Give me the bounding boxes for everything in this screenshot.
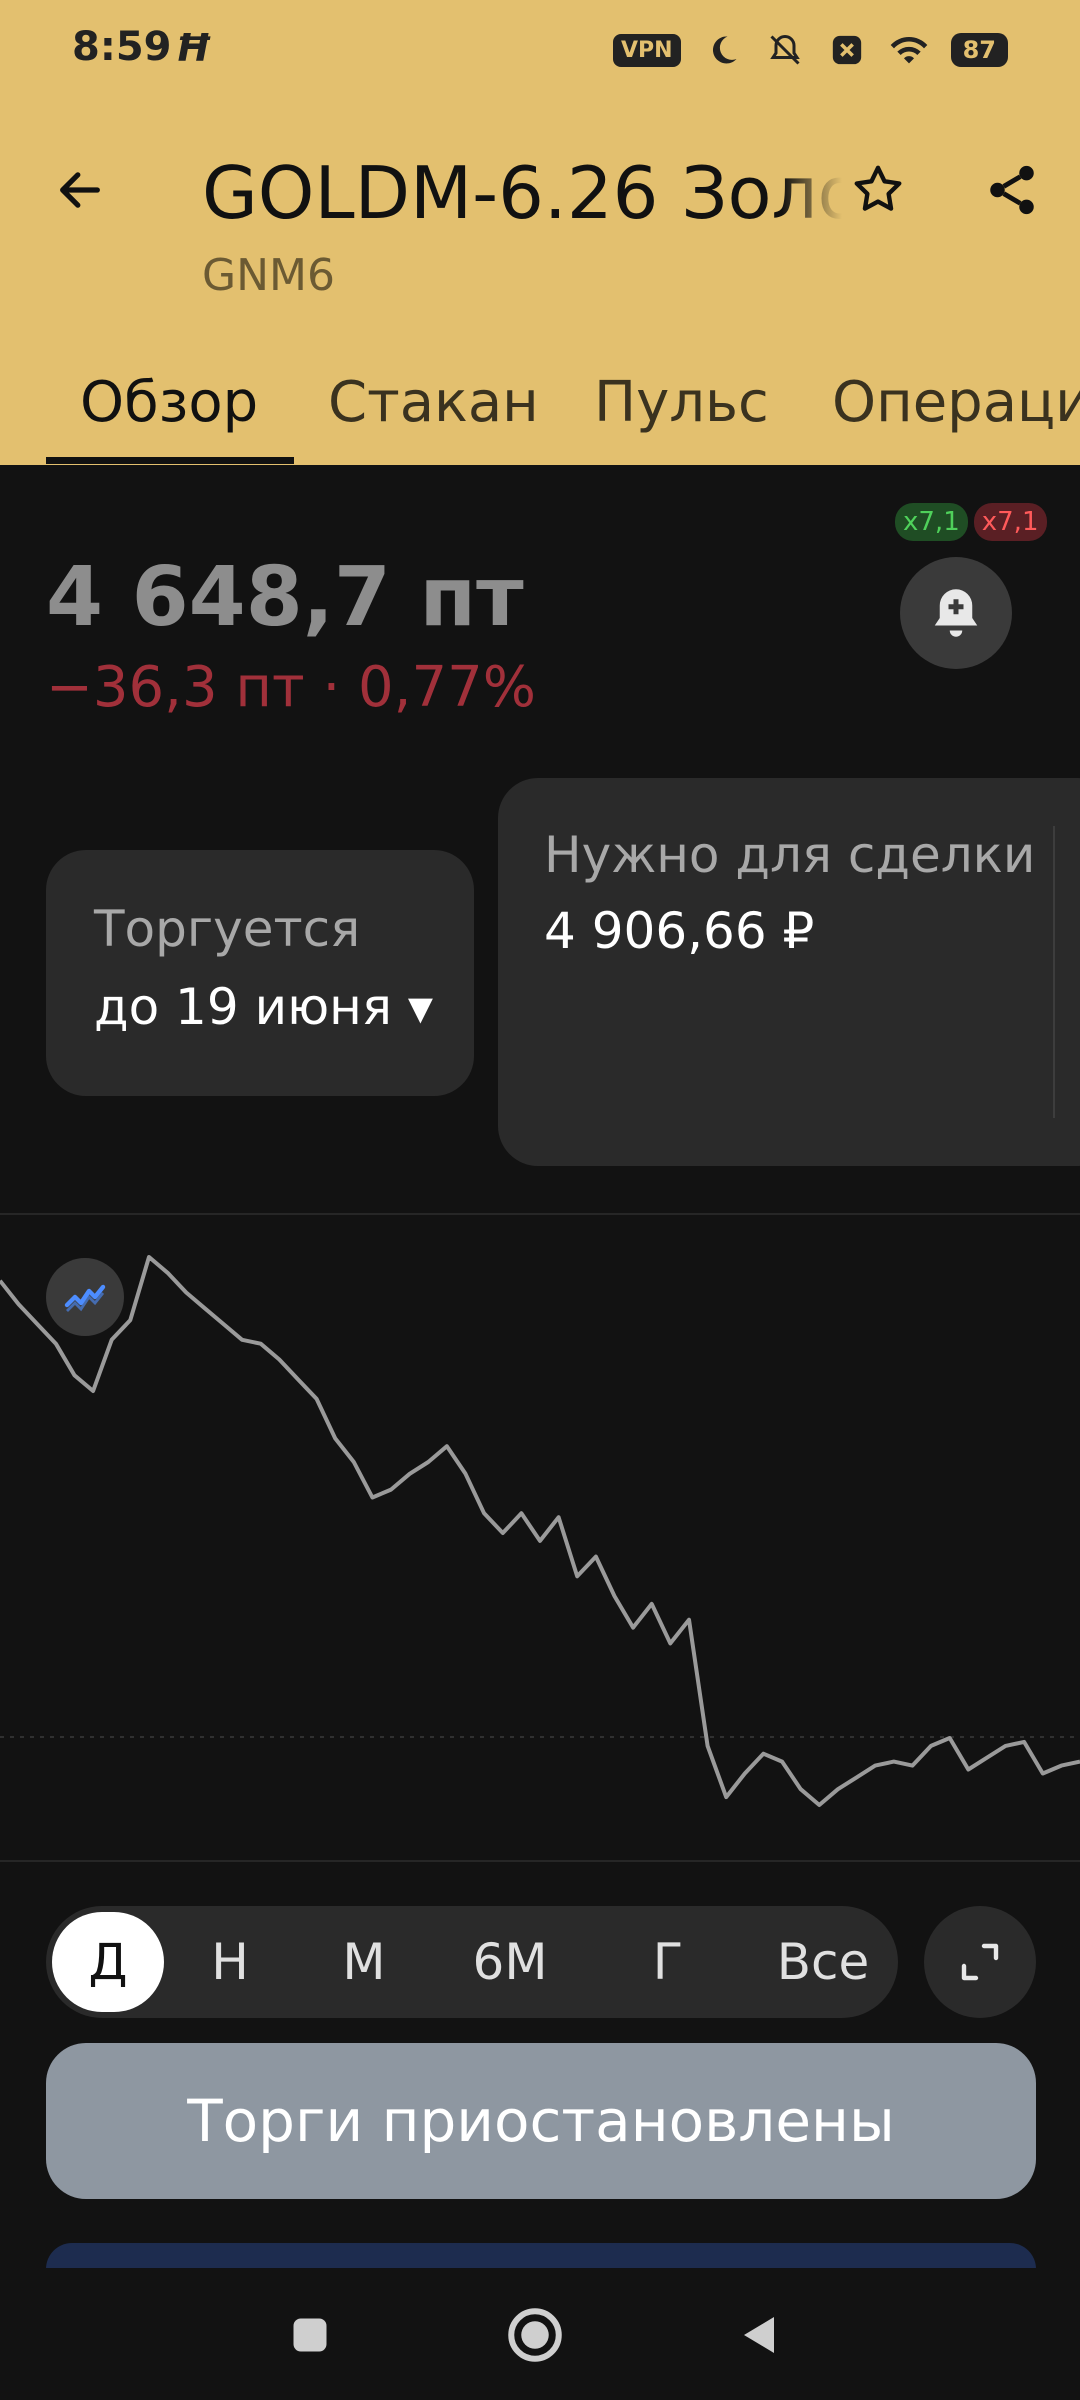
period-month[interactable]: М <box>304 1906 424 2018</box>
line-chart-icon <box>64 1284 106 1312</box>
close-box-icon <box>827 30 867 70</box>
share-icon <box>990 165 1034 215</box>
home-circle-icon <box>508 2308 562 2362</box>
recents-button[interactable] <box>265 2290 355 2380</box>
period-all[interactable]: Все <box>758 1906 888 2018</box>
star-icon <box>854 165 902 211</box>
trading-period-label: Торгуется <box>94 900 361 958</box>
current-price: 4 648,7 пт <box>46 550 524 645</box>
margin-card: Нужно для сделки 4 906,66 ₽ <box>498 778 1080 1166</box>
instrument-header: 8:59 Ħ VPN 87 GOLDM-6.26 Золото GNM6 <box>0 0 1080 465</box>
status-time: 8:59 <box>72 24 172 70</box>
favorite-button[interactable] <box>838 150 918 230</box>
tab-pulse[interactable]: Пульс <box>594 370 769 435</box>
square-icon <box>293 2318 327 2352</box>
period-year[interactable]: Г <box>608 1906 728 2018</box>
period-week[interactable]: Н <box>170 1906 290 2018</box>
app-notification-icon: Ħ <box>175 26 212 70</box>
home-button[interactable] <box>490 2290 580 2380</box>
wifi-icon <box>889 30 929 70</box>
status-bar: 8:59 Ħ VPN 87 <box>0 0 1080 105</box>
price-chart[interactable] <box>0 1215 1080 1860</box>
arrow-left-icon <box>60 172 100 208</box>
margin-label: Нужно для сделки <box>544 826 1036 884</box>
moon-icon <box>703 30 743 70</box>
add-price-alert-button[interactable] <box>900 557 1012 669</box>
expand-chart-button[interactable] <box>924 1906 1036 2018</box>
leverage-badges: x7,1 x7,1 <box>895 503 1047 541</box>
period-selector: Д Н М 6М Г Все <box>46 1906 898 2018</box>
period-day[interactable]: Д <box>52 1912 164 2012</box>
tab-orderbook[interactable]: Стакан <box>328 370 539 435</box>
trading-period-card[interactable]: Торгуется до 19 июня ▾ <box>46 850 474 1096</box>
system-nav-bar <box>0 2268 1080 2400</box>
period-6-months[interactable]: 6М <box>450 1906 570 2018</box>
vpn-icon: VPN <box>613 33 681 67</box>
mute-icon <box>765 30 805 70</box>
next-button-peek <box>46 2243 1036 2269</box>
margin-value: 4 906,66 ₽ <box>544 902 815 960</box>
status-icons: VPN 87 <box>613 30 1008 70</box>
leverage-short-badge: x7,1 <box>973 503 1047 541</box>
price-series-line <box>0 1255 1080 1807</box>
trading-suspended-button[interactable]: Торги приостановлены <box>46 2043 1036 2199</box>
triangle-back-icon <box>744 2317 774 2353</box>
leverage-long-badge: x7,1 <box>895 503 968 541</box>
back-button[interactable] <box>40 150 120 230</box>
battery-icon: 87 <box>950 33 1008 67</box>
share-button[interactable] <box>972 150 1052 230</box>
tab-overview[interactable]: Обзор <box>80 370 258 435</box>
instrument-title: GOLDM-6.26 Золото <box>202 148 842 238</box>
instrument-ticker: GNM6 <box>202 250 335 301</box>
back-nav-button[interactable] <box>715 2290 805 2380</box>
trading-period-value: до 19 июня ▾ <box>94 978 433 1036</box>
tab-bar: Обзор Стакан Пульс Операции <box>0 360 1080 465</box>
price-change: −36,3 пт · 0,77% <box>46 655 536 720</box>
chart-type-button[interactable] <box>46 1258 124 1336</box>
expand-icon <box>961 1943 999 1981</box>
tab-operations[interactable]: Операции <box>832 370 1080 435</box>
bell-plus-icon <box>934 589 978 637</box>
active-tab-indicator <box>46 457 294 464</box>
